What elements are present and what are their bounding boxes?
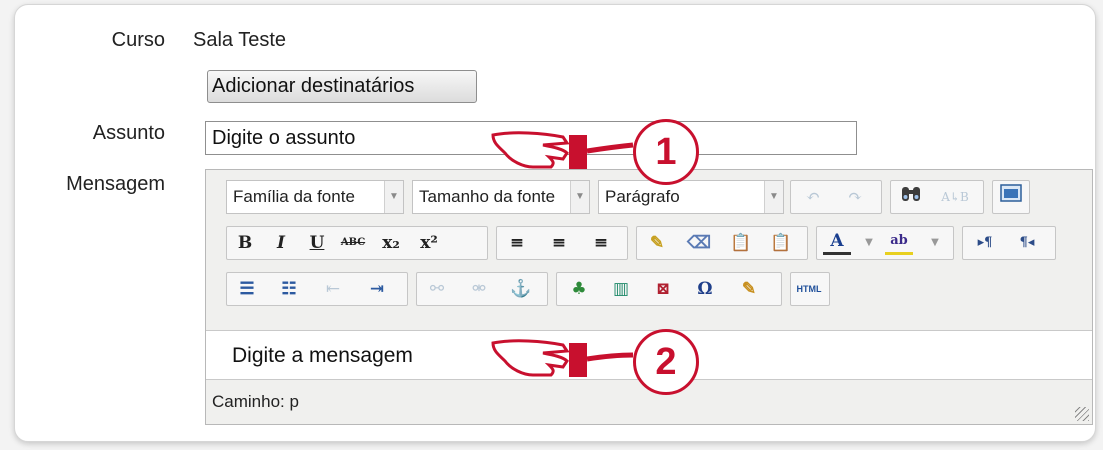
bold-button[interactable]: B xyxy=(231,230,259,256)
undo-icon[interactable]: ↶ xyxy=(799,184,827,210)
unlink-icon[interactable]: ⚮ xyxy=(465,276,493,302)
font-family-label: Família da fonte xyxy=(233,187,355,206)
callout-number-2: 2 xyxy=(633,329,699,395)
html-group: HTML xyxy=(790,272,830,306)
brush-cleanup-icon[interactable]: ✎ xyxy=(643,230,671,256)
paste-text-icon[interactable]: 📋 xyxy=(727,230,755,256)
message-label: Mensagem xyxy=(66,173,165,195)
paste-word-icon[interactable]: 📋 xyxy=(767,230,795,256)
binoculars-find-icon[interactable] xyxy=(897,184,925,210)
edit-icon[interactable]: ✎ xyxy=(735,276,763,302)
strikethrough-button[interactable]: ABC xyxy=(339,230,367,256)
html-button[interactable]: HTML xyxy=(795,276,823,302)
redo-icon[interactable]: ↷ xyxy=(841,184,869,210)
chevron-down-icon: ▼ xyxy=(764,181,783,213)
align-group: ≡ ≡ ≡ xyxy=(496,226,628,260)
history-group: ↶ ↷ xyxy=(790,180,882,214)
underline-button[interactable]: U xyxy=(303,230,331,256)
insert-group: ♣ ▥ ⊠ Ω ✎ xyxy=(556,272,782,306)
indent-icon[interactable]: ⇥ xyxy=(363,276,391,302)
callout-1: 1 xyxy=(483,117,723,189)
bullet-list-icon[interactable]: ☰ xyxy=(233,276,261,302)
toolbar-row-2: B I U ABC x₂ x² ≡ ≡ ≡ ✎ ⌫ 📋 📋 A ▼ ab ▼ ▸… xyxy=(218,226,1078,260)
anchor-icon[interactable]: ⚓ xyxy=(507,276,535,302)
italic-button[interactable]: I xyxy=(267,230,295,256)
outdent-icon[interactable]: ⇤ xyxy=(319,276,347,302)
chevron-down-icon: ▼ xyxy=(384,181,403,213)
binoculars-icon xyxy=(902,187,920,201)
rtl-icon[interactable]: ¶◂ xyxy=(1013,230,1041,256)
align-left-icon[interactable]: ≡ xyxy=(503,230,531,256)
list-group: ☰ ☷ ⇤ ⇥ xyxy=(226,272,408,306)
course-label: Curso xyxy=(111,29,165,51)
course-value: Sala Teste xyxy=(193,29,287,51)
add-recipients-button[interactable]: Adicionar destinatários xyxy=(207,70,477,103)
highlight-button[interactable]: ab xyxy=(885,230,913,255)
window-icon xyxy=(1000,184,1022,202)
color-group: A ▼ ab ▼ xyxy=(816,226,954,260)
paragraph-label: Parágrafo xyxy=(605,187,680,206)
search-group: A↳B xyxy=(890,180,984,214)
align-right-icon[interactable]: ≡ xyxy=(587,230,615,256)
message-form: Curso Sala Teste Adicionar destinatários… xyxy=(14,4,1096,442)
media-icon[interactable]: ▥ xyxy=(607,276,635,302)
chevron-down-icon[interactable]: ▼ xyxy=(855,230,883,256)
chevron-down-icon[interactable]: ▼ xyxy=(921,230,949,256)
link-group: ⚯ ⚮ ⚓ xyxy=(416,272,548,306)
font-color-button[interactable]: A xyxy=(823,230,851,255)
font-family-select[interactable]: Família da fonte ▼ xyxy=(226,180,404,214)
eraser-icon[interactable]: ⌫ xyxy=(685,230,713,256)
fullscreen-icon[interactable] xyxy=(997,184,1025,210)
format-group: B I U ABC x₂ x² xyxy=(226,226,488,260)
nolink-icon[interactable]: ⊠ xyxy=(649,276,677,302)
numbered-list-icon[interactable]: ☷ xyxy=(275,276,303,302)
subscript-button[interactable]: x₂ xyxy=(377,230,405,256)
callout-number-1: 1 xyxy=(633,119,699,185)
align-center-icon[interactable]: ≡ xyxy=(545,230,573,256)
direction-group: ▸¶ ¶◂ xyxy=(962,226,1056,260)
clipboard-group: ✎ ⌫ 📋 📋 xyxy=(636,226,808,260)
font-size-label: Tamanho da fonte xyxy=(419,187,556,206)
callout-2: 2 xyxy=(483,325,723,397)
resize-grip-icon[interactable] xyxy=(1075,407,1089,421)
fullscreen-group xyxy=(992,180,1030,214)
subject-label: Assunto xyxy=(92,122,165,144)
ltr-icon[interactable]: ▸¶ xyxy=(971,230,999,256)
superscript-button[interactable]: x² xyxy=(415,230,443,256)
replace-icon[interactable]: A↳B xyxy=(941,184,969,210)
image-icon[interactable]: ♣ xyxy=(565,276,593,302)
toolbar-row-3: ☰ ☷ ⇤ ⇥ ⚯ ⚮ ⚓ ♣ ▥ ⊠ Ω ✎ HTML xyxy=(218,272,1078,306)
link-icon[interactable]: ⚯ xyxy=(423,276,451,302)
special-char-button[interactable]: Ω xyxy=(691,276,719,302)
